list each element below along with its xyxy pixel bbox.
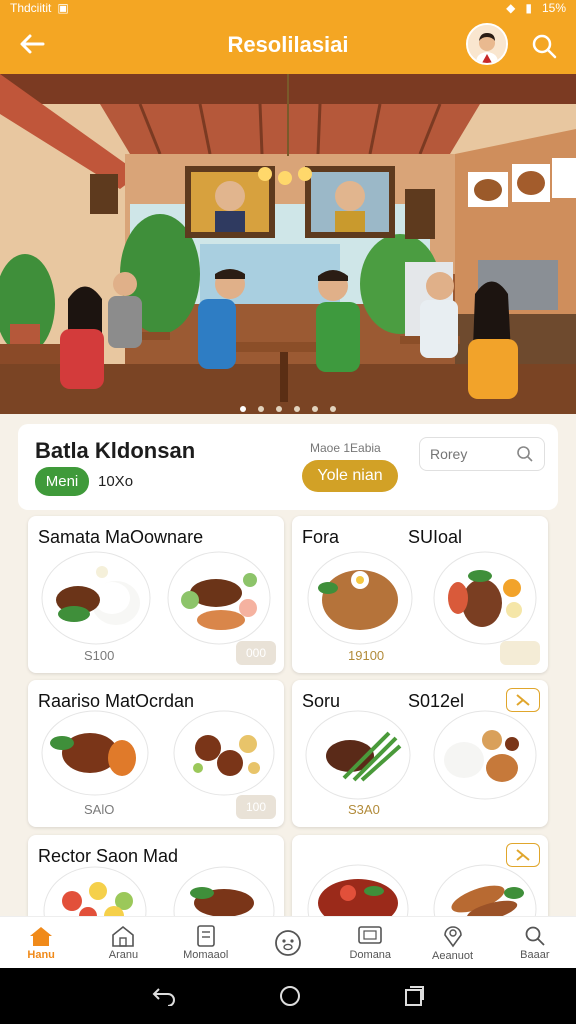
menu-book-icon: [196, 924, 215, 947]
search-icon: [532, 34, 557, 59]
system-recents-icon[interactable]: [403, 985, 425, 1007]
signal-icon: ▮: [525, 1, 532, 15]
back-button[interactable]: [14, 26, 50, 62]
dish-image: [167, 551, 271, 645]
app-bar: Resolilasiai: [0, 16, 576, 74]
home-icon: [30, 926, 53, 946]
carousel-dot-active[interactable]: [240, 406, 246, 412]
nav-item-home[interactable]: Hanu: [0, 917, 82, 968]
hero-banner-image[interactable]: [0, 74, 576, 414]
dish-image: [305, 710, 411, 800]
nav-item-store[interactable]: Aranu: [82, 917, 164, 968]
food-card[interactable]: Rector Saon Mad: [28, 835, 284, 925]
nav-item-location[interactable]: Aeanuot: [411, 917, 493, 968]
carousel-indicator: [0, 406, 576, 412]
carousel-dot[interactable]: [330, 406, 336, 412]
wifi-icon: ◆: [506, 1, 516, 15]
search-button[interactable]: [526, 28, 562, 64]
info-label: Maoe 1Eabia: [310, 441, 381, 455]
nav-label: Momaaol: [183, 948, 229, 961]
menu-count: 10Xo: [98, 473, 134, 490]
avatar[interactable]: [466, 23, 508, 65]
food-card[interactable]: Samata MaOownare S100 000: [28, 516, 284, 673]
search-icon: [525, 926, 545, 946]
nav-label: Aranu: [108, 948, 139, 961]
nav-item-domana[interactable]: Domana: [329, 917, 411, 968]
dish-image: [41, 710, 149, 796]
system-home-icon[interactable]: [279, 985, 301, 1007]
food-card[interactable]: Soru S012el S3A0: [292, 680, 548, 827]
dish-price: SAlO: [84, 802, 115, 817]
restaurant-info-card: Batla Kldonsan Meni 10Xo Maoe 1Eabia Yol…: [18, 424, 558, 510]
nav-label: Baaar: [520, 948, 550, 961]
carousel-dot[interactable]: [258, 406, 264, 412]
add-to-cart-button[interactable]: [500, 641, 540, 665]
food-card[interactable]: Fora SUIoal 19100: [292, 516, 548, 673]
nav-label: Domana: [349, 948, 392, 961]
carousel-dot[interactable]: [294, 406, 300, 412]
nav-label: Aeanuot: [432, 949, 474, 962]
dish-image: [307, 551, 413, 645]
status-left-text: Thdciitit: [10, 1, 52, 15]
bookmark-icon: [516, 694, 530, 706]
dish-price: S3A0: [348, 802, 380, 817]
location-icon: [443, 925, 462, 947]
tv-icon: [358, 925, 383, 944]
carousel-dot[interactable]: [312, 406, 318, 412]
add-to-cart-button[interactable]: 100: [236, 795, 276, 819]
dish-image: [433, 710, 537, 800]
nav-item-search[interactable]: Baaar: [494, 917, 576, 968]
food-card[interactable]: Raariso MatOcrdan SAlO 100: [28, 680, 284, 827]
pig-icon: [275, 929, 301, 956]
store-icon: [112, 925, 135, 947]
menu-pill-button[interactable]: Meni: [35, 467, 89, 496]
system-navigation-bar: [0, 968, 576, 1024]
search-field[interactable]: [419, 437, 545, 471]
search-input[interactable]: [430, 446, 510, 462]
dish-image: [173, 710, 275, 796]
nav-item-center[interactable]: [247, 917, 329, 968]
battery-level: 15%: [541, 1, 566, 15]
restaurant-name: Batla Kldonsan: [35, 438, 196, 463]
add-to-cart-button[interactable]: 000: [236, 641, 276, 665]
dish-price: S100: [84, 648, 115, 663]
bottom-navigation: Hanu Aranu Momaaol Domana Aeanuot Baaar: [0, 916, 576, 968]
yellow-action-button[interactable]: Yole nian: [302, 460, 398, 492]
status-bar: Thdciitit ▣ ◆ ▮ 15%: [0, 0, 576, 16]
nav-label: Hanu: [27, 948, 55, 961]
dish-image: [41, 551, 151, 645]
notification-icon: ▣: [57, 1, 69, 15]
dish-price: 19100: [348, 648, 385, 663]
dish-name-secondary: SUIoal: [408, 527, 463, 547]
nav-item-menu[interactable]: Momaaol: [165, 917, 247, 968]
system-back-icon[interactable]: [151, 986, 177, 1006]
dish-name: Samata MaOownare: [38, 527, 204, 547]
dish-name: Fora: [302, 527, 340, 547]
food-card[interactable]: [292, 835, 548, 925]
dish-image: [433, 551, 537, 645]
carousel-dot[interactable]: [276, 406, 282, 412]
back-arrow-icon: [20, 34, 45, 54]
search-icon: [517, 446, 533, 462]
